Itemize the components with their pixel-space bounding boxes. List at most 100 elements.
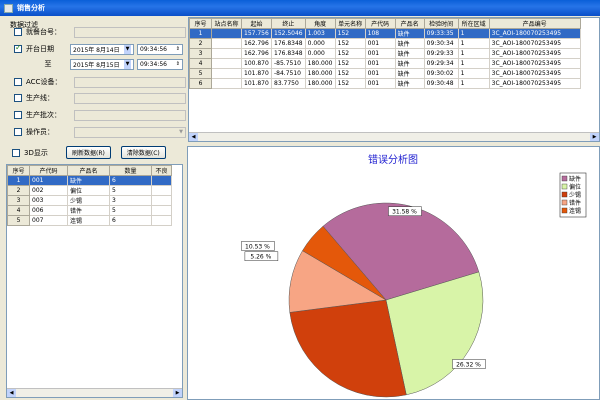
batch-input[interactable] — [74, 109, 186, 121]
scroll-left-icon[interactable]: ◀ — [189, 133, 198, 141]
time-from-value: 09:34:56 — [140, 45, 167, 53]
detail-cell: 3 — [189, 48, 212, 59]
app-icon — [4, 3, 13, 13]
detail-row[interactable]: 2 162.796 176.8348 0.000 152 001 缺件 09:30:34 1 3C… — [189, 38, 581, 49]
detail-cell — [211, 38, 242, 49]
summary-col-header[interactable]: 不良 — [151, 165, 172, 176]
acc-checkbox[interactable] — [14, 78, 22, 86]
chevron-down-icon[interactable]: ▼ — [124, 59, 131, 69]
detail-col-header[interactable]: 单元名称 — [334, 18, 366, 29]
operator-label: 操作员： — [26, 128, 54, 136]
legend-label: 错件 — [569, 199, 581, 207]
summary-row[interactable]: 1 001 缺件 6 — [7, 175, 172, 186]
detail-cell: 09:30:02 — [423, 68, 459, 79]
summary-col-header[interactable]: 序号 — [7, 165, 30, 176]
scroll-right-icon[interactable]: ▶ — [590, 133, 599, 141]
detail-cell: 1 — [189, 28, 212, 39]
3d-display-checkbox[interactable] — [12, 148, 20, 157]
summary-cell — [151, 195, 172, 206]
clear-button[interactable]: 清除数据(C) — [120, 146, 166, 159]
detail-col-header[interactable]: 产品编号 — [488, 18, 581, 29]
table-number-input[interactable] — [74, 26, 186, 38]
line-checkbox[interactable] — [14, 94, 22, 102]
detail-row[interactable]: 4 100.870 -85.7510 180.000 152 001 缺件 09:29:34 1… — [189, 58, 581, 69]
summary-hscrollbar[interactable]: ◀ ▶ — [7, 388, 182, 397]
operator-select[interactable]: ▼ — [74, 126, 186, 138]
detail-cell: -84.7510 — [271, 68, 306, 79]
chevron-down-icon[interactable]: ▼ — [179, 129, 183, 135]
detail-hscrollbar[interactable]: ◀ ▶ — [189, 132, 599, 141]
acc-label: ACC设备： — [26, 78, 62, 86]
summary-row[interactable]: 2 002 偏位 5 — [7, 185, 172, 196]
detail-row[interactable]: 5 101.870 -84.7510 180.000 152 001 缺件 09:30:02 1… — [189, 68, 581, 79]
summary-col-header[interactable]: 产品名 — [67, 165, 110, 176]
summary-cell: 003 — [29, 195, 68, 206]
slice-label: 31.58 % — [392, 209, 417, 216]
filter-row-acc: ACC设备： — [14, 76, 186, 88]
date-to-picker[interactable]: 2015年 8月15日 ▼ — [70, 58, 134, 70]
summary-cell: 007 — [29, 215, 68, 226]
detail-cell: 0.000 — [304, 38, 336, 49]
detail-cell: 162.796 — [241, 38, 272, 49]
spin-icon[interactable]: ⇕ — [176, 61, 180, 67]
operator-checkbox[interactable] — [14, 128, 22, 136]
action-row: 3D显示 刷新数据(R) 清除数据(C) — [12, 146, 166, 159]
detail-cell: 101.870 — [241, 68, 272, 79]
detail-row[interactable]: 3 162.796 176.8348 0.000 152 001 缺件 09:29:33 1 3C… — [189, 48, 581, 59]
detail-col-header[interactable]: 终止 — [271, 18, 306, 29]
summary-cell: 3 — [109, 195, 152, 206]
filter-row-line: 生产线： — [14, 92, 186, 104]
detail-row[interactable]: 6 101.870 83.7750 180.000 152 001 缺件 09:30:48 1 3… — [189, 78, 581, 89]
detail-col-header[interactable]: 角度 — [304, 18, 336, 29]
refresh-button[interactable]: 刷新数据(R) — [66, 146, 111, 159]
date-from-picker[interactable]: 2015年 8月14日 ▼ — [70, 43, 134, 55]
summary-row[interactable]: 5 007 连锡 6 — [7, 215, 172, 226]
detail-cell: 09:33:35 — [423, 28, 459, 39]
detail-cell: 09:30:48 — [423, 78, 459, 89]
detail-cell: 101.870 — [241, 78, 272, 89]
detail-row[interactable]: 1 157.756 152.5046 1.003 152 108 缺件 09:33:35 1 3C… — [189, 28, 581, 39]
detail-cell: 09:29:34 — [423, 58, 459, 69]
filter-row-table: 就餐台号： — [14, 26, 186, 38]
table-number-checkbox[interactable] — [14, 28, 22, 36]
detail-cell: 缺件 — [394, 58, 425, 69]
detail-col-header[interactable]: 产品名 — [394, 18, 425, 29]
legend-swatch — [561, 175, 568, 182]
detail-cell: 缺件 — [394, 68, 425, 79]
summary-cell: 偏位 — [67, 185, 110, 196]
detail-col-header[interactable]: 所在区域 — [457, 18, 490, 29]
summary-cell — [151, 205, 172, 216]
pie-slice[interactable] — [289, 299, 407, 398]
summary-cell — [151, 185, 172, 196]
scroll-left-icon[interactable]: ◀ — [7, 389, 16, 397]
detail-col-header[interactable]: 检验时间 — [423, 18, 459, 29]
date-to-value: 2015年 8月15日 — [73, 61, 120, 69]
time-from-input[interactable]: 09:34:56 ⇕ — [137, 43, 183, 55]
window-title: 销售分析 — [17, 4, 45, 12]
acc-input[interactable] — [74, 76, 186, 88]
open-date-checkbox[interactable] — [14, 43, 22, 53]
summary-col-header[interactable]: 产代码 — [29, 165, 68, 176]
detail-cell: -85.7510 — [271, 58, 306, 69]
summary-cell: 6 — [109, 215, 152, 226]
summary-col-header[interactable]: 数量 — [109, 165, 152, 176]
summary-cell: 3 — [7, 195, 30, 206]
summary-row[interactable]: 4 006 错件 5 — [7, 205, 172, 216]
slice-label: 26.32 % — [456, 361, 481, 368]
scroll-right-icon[interactable]: ▶ — [173, 389, 182, 397]
spin-icon[interactable]: ⇕ — [176, 46, 180, 52]
chevron-down-icon[interactable]: ▼ — [124, 44, 131, 54]
summary-row[interactable]: 3 003 少锡 3 — [7, 195, 172, 206]
detail-col-header[interactable]: 站点名称 — [211, 18, 242, 29]
detail-col-header[interactable]: 起始 — [241, 18, 272, 29]
detail-col-header[interactable]: 产代码 — [364, 18, 396, 29]
line-input[interactable] — [74, 92, 186, 104]
summary-cell: 4 — [7, 205, 30, 216]
detail-cell — [211, 48, 242, 59]
detail-cell: 001 — [364, 38, 396, 49]
detail-cell: 152 — [334, 68, 366, 79]
batch-checkbox[interactable] — [14, 111, 22, 119]
detail-col-header[interactable]: 序号 — [189, 18, 212, 29]
time-to-input[interactable]: 09:34:56 ⇕ — [137, 58, 183, 70]
filter-row-date-to: 至 2015年 8月15日 ▼ 09:34:56 ⇕ — [14, 58, 183, 70]
